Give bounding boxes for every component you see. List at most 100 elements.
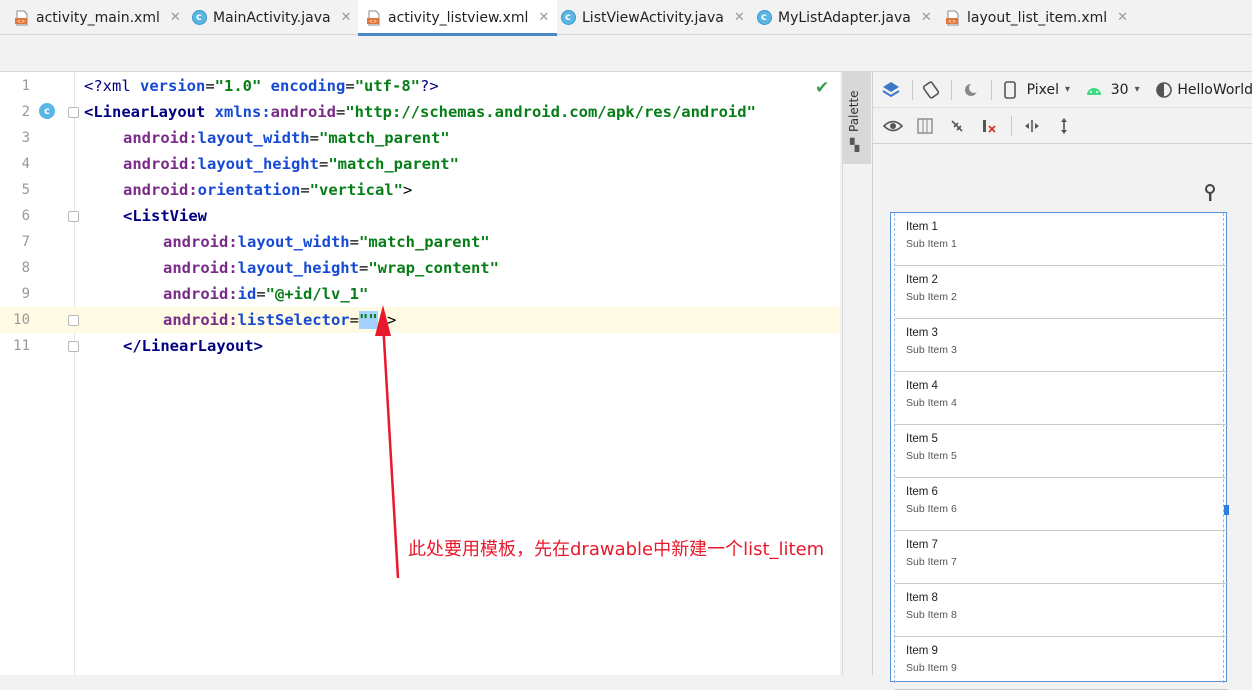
class-c-icon: c bbox=[191, 10, 207, 26]
svg-text:<>: <> bbox=[17, 19, 25, 25]
item-subtitle: Sub Item 1 bbox=[906, 238, 957, 250]
line-number: 2 bbox=[21, 104, 30, 120]
eye-icon[interactable] bbox=[881, 114, 905, 138]
layout-design-panel: Pixel ▾ 30 ▾ HelloWorld Item 1 Sub Item … bbox=[872, 72, 1252, 690]
list-item[interactable]: Item 9 Sub Item 9 bbox=[895, 637, 1228, 690]
item-subtitle: Sub Item 9 bbox=[906, 662, 957, 674]
tab-activity-listview-xml[interactable]: <> activity_listview.xml ✕ bbox=[358, 0, 558, 36]
code-text: android:layout_width="match_parent" bbox=[123, 129, 450, 147]
xml-layout-icon: <> bbox=[14, 10, 30, 26]
class-gutter-icon[interactable]: c bbox=[39, 103, 55, 119]
item-subtitle: Sub Item 6 bbox=[906, 503, 957, 515]
item-subtitle: Sub Item 2 bbox=[906, 291, 957, 303]
editor-tab-bar: <> activity_main.xml ✕ c MainActivity.ja… bbox=[0, 0, 1252, 36]
fold-marker-icon[interactable] bbox=[68, 107, 79, 118]
item-title: Item 4 bbox=[906, 380, 938, 392]
autoconnect-off-icon[interactable] bbox=[945, 114, 969, 138]
close-icon[interactable]: ✕ bbox=[1117, 10, 1128, 25]
device-preview[interactable]: Item 1 Sub Item 1 Item 2 Sub Item 2 Item 3… bbox=[890, 212, 1228, 690]
wrench-icon[interactable] bbox=[1203, 184, 1217, 207]
device-icon[interactable] bbox=[1000, 78, 1021, 102]
fold-marker-icon[interactable] bbox=[68, 211, 79, 222]
list-item[interactable]: Item 4 Sub Item 4 bbox=[895, 372, 1228, 425]
item-title: Item 5 bbox=[906, 433, 938, 445]
list-item[interactable]: Item 2 Sub Item 2 bbox=[895, 266, 1228, 319]
close-icon[interactable]: ✕ bbox=[538, 10, 549, 25]
item-title: Item 9 bbox=[906, 645, 938, 657]
tab-mainactivity-java[interactable]: c MainActivity.java ✕ bbox=[191, 0, 351, 35]
expand-horizontal-icon[interactable] bbox=[1020, 114, 1044, 138]
code-line[interactable]: 9 android:id="@+id/lv_1" bbox=[0, 281, 840, 307]
blueprint-icon[interactable] bbox=[913, 114, 937, 138]
svg-text:<>: <> bbox=[948, 19, 956, 25]
api-level-selector[interactable]: 30 ▾ bbox=[1111, 82, 1140, 98]
inspection-ok-icon[interactable]: ✔ bbox=[815, 78, 829, 98]
code-line[interactable]: 4 android:layout_height="match_parent" bbox=[0, 151, 840, 177]
code-line[interactable]: 1 <?xml version="1.0" encoding="utf-8"?> bbox=[0, 73, 840, 99]
item-subtitle: Sub Item 7 bbox=[906, 556, 957, 568]
code-line-current[interactable]: 10 android:listSelector=""/> bbox=[0, 307, 840, 333]
clear-constraints-icon[interactable] bbox=[977, 114, 1001, 138]
palette-tab[interactable]: Palette ▚ bbox=[843, 72, 871, 164]
code-editor[interactable]: 1 <?xml version="1.0" encoding="utf-8"?>… bbox=[0, 72, 840, 675]
item-title: Item 6 bbox=[906, 486, 938, 498]
code-line[interactable]: 3 android:layout_width="match_parent" bbox=[0, 125, 840, 151]
tab-mylistadapter-java[interactable]: c MyListAdapter.java ✕ bbox=[756, 0, 932, 35]
line-number: 5 bbox=[21, 182, 30, 198]
close-icon[interactable]: ✕ bbox=[170, 10, 181, 25]
code-line[interactable]: 6 <ListView bbox=[0, 203, 840, 229]
line-number: 3 bbox=[21, 130, 30, 146]
tab-label: MyListAdapter.java bbox=[778, 9, 911, 26]
close-icon[interactable]: ✕ bbox=[921, 10, 932, 25]
fold-marker-icon[interactable] bbox=[68, 341, 79, 352]
expand-vertical-icon[interactable] bbox=[1052, 114, 1076, 138]
list-item[interactable]: Item 7 Sub Item 7 bbox=[895, 531, 1228, 584]
fold-marker-icon[interactable] bbox=[68, 315, 79, 326]
item-title: Item 2 bbox=[906, 274, 938, 286]
item-title: Item 8 bbox=[906, 592, 938, 604]
code-text: </LinearLayout> bbox=[123, 337, 263, 355]
list-item[interactable]: Item 3 Sub Item 3 bbox=[895, 319, 1228, 372]
code-line[interactable]: 8 android:layout_height="wrap_content" bbox=[0, 255, 840, 281]
code-text: android:layout_height="wrap_content" bbox=[163, 259, 499, 277]
code-text: <ListView bbox=[123, 207, 207, 225]
line-number: 1 bbox=[21, 78, 30, 94]
text-selection: "" bbox=[358, 311, 378, 329]
device-selector[interactable]: Pixel ▾ bbox=[1027, 82, 1070, 98]
list-item[interactable]: Item 6 Sub Item 6 bbox=[895, 478, 1228, 531]
list-item[interactable]: Item 8 Sub Item 8 bbox=[895, 584, 1228, 637]
listview-bounds: Item 1 Sub Item 1 Item 2 Sub Item 2 Item 3… bbox=[894, 213, 1228, 690]
close-icon[interactable]: ✕ bbox=[341, 10, 352, 25]
line-number: 6 bbox=[21, 208, 30, 224]
code-line[interactable]: 5 android:orientation="vertical"> bbox=[0, 177, 840, 203]
tab-label: MainActivity.java bbox=[213, 9, 331, 26]
toolbar-separator bbox=[990, 79, 992, 100]
code-line[interactable]: 2 <LinearLayout xmlns:android="http://sc… bbox=[0, 99, 840, 125]
item-title: Item 7 bbox=[906, 539, 938, 551]
line-number: 4 bbox=[21, 156, 30, 172]
tab-layout-list-item-xml[interactable]: <> layout_list_item.xml ✕ bbox=[945, 0, 1128, 35]
tab-label: layout_list_item.xml bbox=[967, 9, 1108, 26]
xml-layout-icon: <> bbox=[366, 10, 382, 26]
tab-activity-main-xml[interactable]: <> activity_main.xml ✕ bbox=[14, 0, 181, 35]
line-number: 10 bbox=[13, 312, 30, 328]
theme-selector[interactable]: HelloWorld bbox=[1177, 82, 1252, 98]
code-text: android:listSelector=""/> bbox=[163, 311, 397, 329]
toolbar-separator bbox=[1011, 115, 1012, 136]
list-item[interactable]: Item 1 Sub Item 1 bbox=[895, 213, 1228, 266]
layers-icon[interactable] bbox=[881, 78, 902, 102]
code-text: android:layout_width="match_parent" bbox=[163, 233, 490, 251]
tab-listviewactivity-java[interactable]: c ListViewActivity.java ✕ bbox=[560, 0, 745, 35]
tab-label: activity_listview.xml bbox=[388, 9, 529, 26]
night-mode-icon[interactable] bbox=[960, 78, 981, 102]
close-icon[interactable]: ✕ bbox=[734, 10, 745, 25]
design-toolbar-bottom bbox=[873, 108, 1252, 144]
orientation-icon[interactable] bbox=[921, 78, 942, 102]
code-line[interactable]: 7 android:layout_width="match_parent" bbox=[0, 229, 840, 255]
tab-label: ListViewActivity.java bbox=[582, 9, 724, 26]
annotation-text: 此处要用模板，先在drawable中新建一个list_litem bbox=[408, 539, 825, 560]
item-title: Item 1 bbox=[906, 221, 938, 233]
code-line[interactable]: 11 </LinearLayout> bbox=[0, 333, 840, 359]
resize-handle[interactable] bbox=[1224, 505, 1229, 515]
list-item[interactable]: Item 5 Sub Item 5 bbox=[895, 425, 1228, 478]
